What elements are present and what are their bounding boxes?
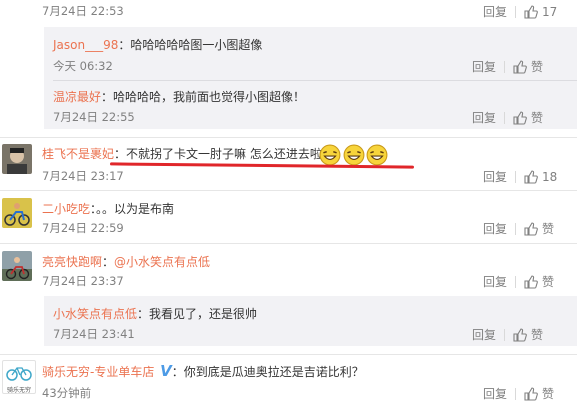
divider	[0, 137, 577, 138]
reply-time: 7月24日 22:55	[53, 110, 135, 124]
bike-logo-icon	[6, 367, 32, 381]
comment-text: 不就拐了卡文一肘子嘛 怎么还进去啦	[126, 147, 322, 161]
avatar-logo-text: 骑乐无穷	[6, 387, 31, 394]
reply-username[interactable]: 温凉最好	[53, 90, 101, 104]
like-count: 18	[542, 169, 558, 184]
sub-replies: 小水笑点有点低：我看见了，还是很帅 7月24日 23:41 回复 赞	[44, 296, 577, 346]
reply-username[interactable]: Jason___98	[53, 38, 118, 52]
divider	[515, 275, 517, 288]
comment-time: 7月24日 23:37	[42, 274, 124, 288]
reply-link[interactable]: 回复	[483, 220, 507, 237]
divider	[0, 190, 577, 191]
like-label[interactable]: 赞	[531, 109, 543, 126]
like-label[interactable]: 赞	[531, 326, 543, 343]
divider	[504, 111, 506, 124]
reply-time: 今天 06:32	[53, 59, 113, 73]
thumb-up-icon[interactable]	[524, 169, 538, 184]
separator: ：	[137, 307, 150, 321]
comment-username[interactable]: 桂飞不是裹妃	[42, 147, 114, 161]
thumb-up-icon[interactable]	[513, 110, 527, 125]
separator: ：	[171, 365, 184, 379]
divider	[504, 60, 506, 73]
thumb-up-icon[interactable]	[513, 327, 527, 342]
avatar[interactable]: 骑乐无穷	[2, 360, 36, 394]
comment-username[interactable]: 骑乐无穷-专业单车店	[42, 365, 154, 379]
reply-link[interactable]: 回复	[472, 326, 496, 343]
divider	[515, 5, 517, 18]
divider	[53, 80, 577, 81]
verified-badge-icon: V	[160, 362, 172, 380]
divider	[515, 222, 517, 235]
reply-link[interactable]: 回复	[472, 58, 496, 75]
reply-text: 哈哈哈哈，我前面也觉得小图超像！	[113, 90, 306, 104]
thumb-up-icon[interactable]	[524, 386, 538, 401]
reply-text: 我看见了，还是很帅	[149, 307, 258, 321]
reply-username[interactable]: 小水笑点有点低	[53, 307, 137, 321]
divider	[0, 354, 577, 355]
divider	[504, 328, 506, 341]
reply-item: 小水笑点有点低：我看见了，还是很帅	[53, 305, 257, 322]
reply-link[interactable]: 回复	[472, 109, 496, 126]
comment-actions: 回复 赞	[483, 385, 554, 402]
sub-replies: Jason___98：哈哈哈哈哈图一小图超像 今天 06:32 回复 赞 温凉最…	[44, 27, 577, 129]
comment-actions: 回复 赞	[483, 220, 554, 237]
divider	[0, 243, 577, 244]
thumb-up-icon[interactable]	[524, 4, 538, 19]
reply-actions: 回复 赞	[472, 326, 543, 343]
comment-text: 你到底是瓜迪奥拉还是吉诺比利？	[183, 365, 364, 379]
reply-link[interactable]: 回复	[483, 168, 507, 185]
like-label[interactable]: 赞	[542, 220, 554, 237]
thumb-up-icon[interactable]	[513, 59, 527, 74]
divider	[515, 170, 517, 183]
like-label[interactable]: 赞	[531, 58, 543, 75]
comment-actions: 回复 18	[483, 168, 557, 185]
mention-link[interactable]: @小水笑点有点低	[114, 255, 210, 269]
comment-time: 43分钟前	[42, 386, 92, 400]
comment-time: 7月24日 22:59	[42, 221, 124, 235]
comment-body: 二小吃吃：。。以为是布南	[42, 200, 174, 217]
reply-actions: 回复 赞	[472, 58, 543, 75]
comment-body: 骑乐无穷-专业单车店 V：你到底是瓜迪奥拉还是吉诺比利？	[42, 362, 364, 380]
reply-text: 哈哈哈哈哈图一小图超像	[130, 38, 263, 52]
comment-actions: 回复 17	[483, 3, 557, 20]
comment-time: 7月24日 23:17	[42, 169, 124, 183]
comment-time: 7月24日 22:53	[42, 4, 124, 18]
laughing-emoji-icon	[343, 144, 365, 166]
like-label[interactable]: 赞	[542, 273, 554, 290]
comment-username[interactable]: 二小吃吃	[42, 202, 90, 216]
separator: ：	[101, 90, 114, 104]
thumb-up-icon[interactable]	[524, 221, 538, 236]
laughing-emoji-icon	[319, 144, 341, 166]
reply-item: 温凉最好：哈哈哈哈，我前面也觉得小图超像！	[53, 88, 305, 105]
reply-link[interactable]: 回复	[483, 385, 507, 402]
separator: ：	[118, 38, 131, 52]
thumb-up-icon[interactable]	[524, 274, 538, 289]
comment-actions: 回复 赞	[483, 273, 554, 290]
comment-username[interactable]: 亮亮快跑啊	[42, 255, 102, 269]
reply-link[interactable]: 回复	[483, 3, 507, 20]
like-label[interactable]: 赞	[542, 385, 554, 402]
reply-actions: 回复 赞	[472, 109, 543, 126]
avatar[interactable]	[2, 144, 32, 174]
reply-item: Jason___98：哈哈哈哈哈图一小图超像	[53, 36, 262, 53]
comment-body: 亮亮快跑啊：@小水笑点有点低	[42, 253, 210, 270]
separator: ：	[102, 255, 115, 269]
reply-time: 7月24日 23:41	[53, 327, 135, 341]
divider	[515, 387, 517, 400]
avatar[interactable]	[2, 251, 32, 281]
comment-text: 。。以为是布南	[96, 202, 175, 216]
reply-link[interactable]: 回复	[483, 273, 507, 290]
avatar[interactable]	[2, 198, 32, 228]
like-count: 17	[542, 4, 558, 19]
separator: ：	[114, 147, 127, 161]
laughing-emoji-icon	[366, 144, 388, 166]
